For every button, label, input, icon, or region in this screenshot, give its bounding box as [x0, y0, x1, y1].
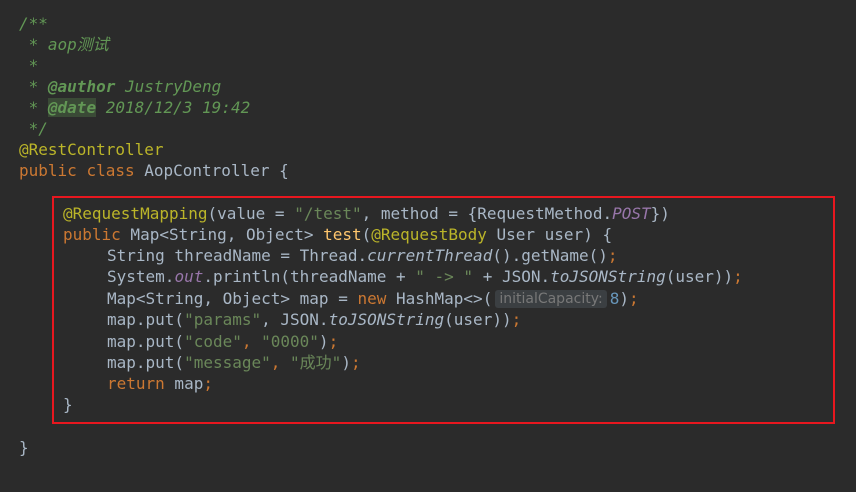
request-body-annotation: @RequestBody [371, 225, 487, 244]
string-literal: " -> " [415, 267, 474, 286]
code-line-doc-open: /** [19, 13, 48, 34]
code-text: System. [107, 267, 175, 286]
doc-comment-close: */ [19, 119, 48, 138]
doc-comment-description: * aop测试 [19, 35, 109, 54]
keyword-public: public [63, 225, 121, 244]
parameter-hint: initialCapacity: [495, 290, 607, 308]
code-text: map [164, 374, 204, 393]
code-text: map.put( [107, 353, 185, 372]
rest-controller-annotation: @RestController [19, 140, 164, 159]
semicolon: ; [350, 353, 361, 372]
string-literal: "0000" [261, 332, 319, 351]
doc-comment-open: /** [19, 14, 48, 33]
static-method-call: toJSONString [550, 267, 666, 286]
code-line-request-mapping: @RequestMapping(value = "/test", method … [63, 203, 670, 224]
method-closing-brace: } [63, 395, 73, 414]
request-mapping-annotation: @RequestMapping [63, 204, 208, 223]
semicolon: ; [203, 374, 213, 393]
semicolon: ; [511, 310, 522, 329]
code-text: .println(threadName + [203, 267, 416, 286]
code-text: ) [619, 289, 629, 308]
request-method-post: POST [612, 204, 651, 223]
code-text: ().getName() [492, 246, 608, 265]
code-line-5: map.put("code", "0000"); [107, 331, 338, 352]
doc-author-value: JustryDeng [115, 77, 222, 96]
static-method-call: currentThread [367, 246, 493, 265]
code-line-doc-date: * @date 2018/12/3 19:42 [19, 97, 250, 118]
mapping-path-string: "/test" [294, 204, 362, 223]
doc-date-tag: @date [47, 98, 97, 117]
code-text: (user)) [444, 310, 512, 329]
static-field-out: out [174, 267, 204, 286]
mapping-args: }) [650, 204, 670, 223]
keyword-new: new [357, 289, 387, 308]
string-literal: "code" [184, 332, 242, 351]
code-text: Map<String, Object> map = [107, 289, 358, 308]
mapping-args: (value = [207, 204, 295, 223]
semicolon: ; [328, 332, 339, 351]
code-line-class-declaration: public class AopController { [19, 160, 289, 181]
doc-comment-empty: * [19, 56, 39, 75]
keyword-return: return [107, 374, 165, 393]
code-text: map.put( [107, 332, 185, 351]
method-params: User user) { [486, 225, 613, 244]
code-text: (user)) [665, 267, 734, 286]
code-line-2: System.out.println(threadName + " -> " +… [107, 266, 743, 287]
keyword-class: class [86, 161, 135, 180]
static-method-call: toJSONString [328, 310, 445, 329]
code-line-4: map.put("params", JSON.toJSONString(user… [107, 309, 521, 330]
doc-date-value: 2018/12/3 19:42 [96, 98, 251, 117]
string-literal: "message" [184, 353, 271, 372]
code-line-method-signature: public Map<String, Object> test(@Request… [63, 224, 612, 245]
code-text: + JSON. [473, 267, 551, 286]
code-text: HashMap<>( [386, 289, 493, 308]
method-paren: ( [361, 225, 372, 244]
code-line-doc-author: * @author JustryDeng [19, 76, 222, 97]
code-line-method-close: } [63, 394, 73, 415]
code-line-3: Map<String, Object> map = new HashMap<>(… [107, 288, 639, 309]
code-line-doc-close: */ [19, 118, 48, 139]
code-text: map.put( [107, 310, 185, 329]
comma: , [241, 332, 262, 351]
code-line-class-annotation: @RestController [19, 139, 164, 160]
code-line-1: String threadName = Thread.currentThread… [107, 245, 618, 266]
method-return-type: Map<String, Object> [120, 225, 324, 244]
string-literal: "成功" [290, 353, 342, 372]
semicolon: ; [629, 289, 639, 308]
class-closing-brace: } [19, 438, 29, 457]
code-line-7: return map; [107, 373, 213, 394]
mapping-args: , method = {RequestMethod. [361, 204, 613, 223]
semicolon: ; [733, 267, 743, 286]
doc-comment-prefix: * [19, 77, 48, 96]
keyword-public: public [19, 161, 77, 180]
code-line-6: map.put("message", "成功"); [107, 352, 361, 373]
code-text: , JSON. [261, 310, 329, 329]
number-literal: 8 [609, 289, 620, 308]
code-line-class-close: } [19, 437, 29, 458]
code-text: String threadName = Thread. [107, 246, 368, 265]
code-line-doc-empty: * [19, 55, 39, 76]
code-editor[interactable]: /** * aop测试 * * @author JustryDeng * @da… [0, 0, 856, 492]
method-name: test [323, 225, 362, 244]
semicolon: ; [607, 246, 618, 265]
code-line-doc-desc: * aop测试 [19, 34, 109, 55]
class-name: AopController { [134, 161, 289, 180]
doc-author-tag: @author [47, 77, 116, 96]
code-text: ) [341, 353, 351, 372]
doc-comment-prefix: * [19, 98, 48, 117]
code-text: ) [318, 332, 329, 351]
string-literal: "params" [184, 310, 262, 329]
comma: , [270, 353, 291, 372]
